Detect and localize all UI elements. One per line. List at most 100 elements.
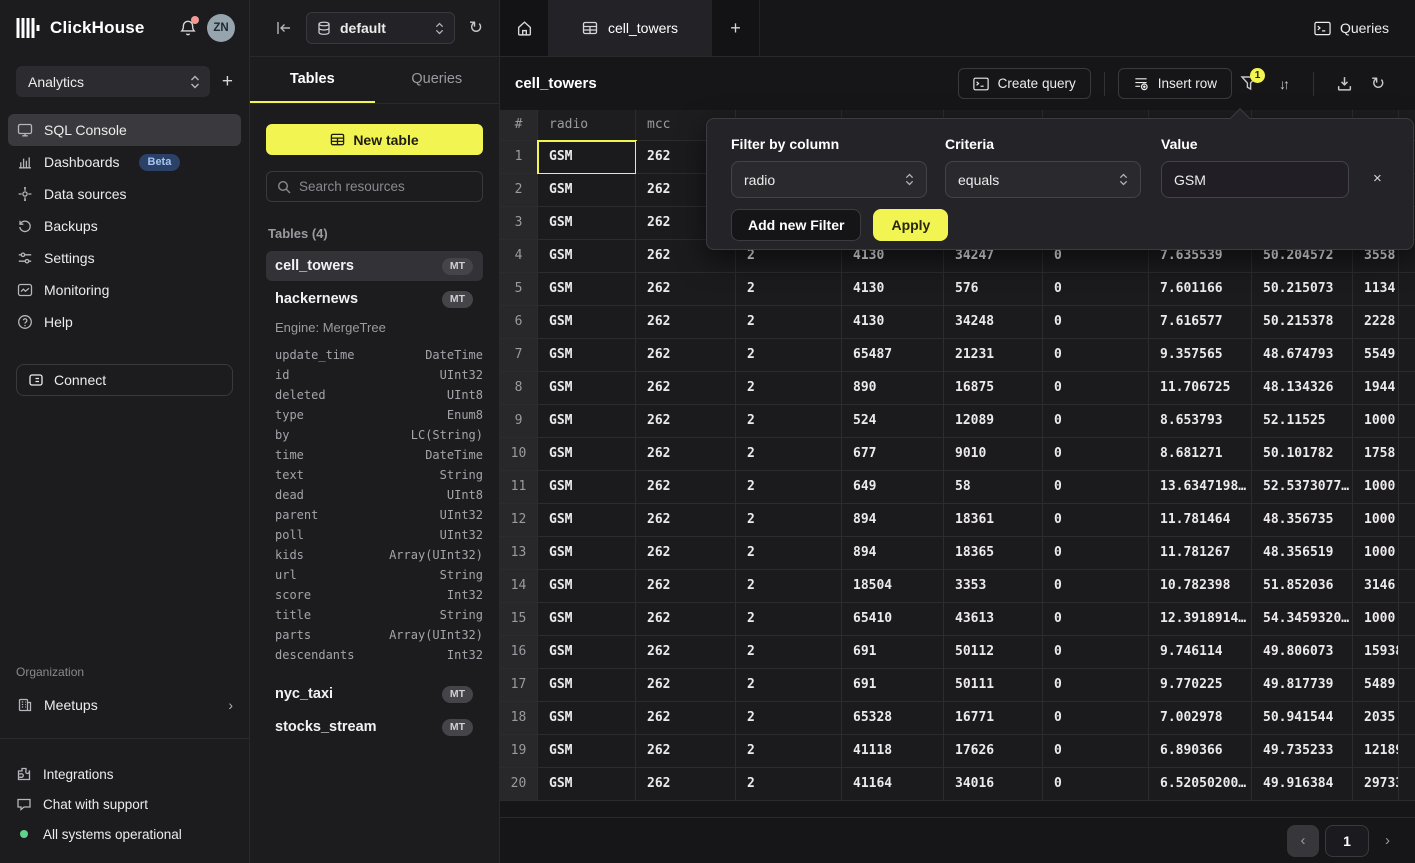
grid-cell[interactable]: 12.3918914… xyxy=(1149,603,1252,636)
grid-cell[interactable]: GSM xyxy=(538,504,636,537)
grid-cell[interactable]: 262 xyxy=(636,735,736,768)
grid-cell[interactable]: 1134 xyxy=(1353,273,1399,306)
filter-column-select[interactable]: radio xyxy=(731,161,927,198)
grid-cell[interactable]: 50.941544 xyxy=(1252,702,1353,735)
sidebar-item-dashboards[interactable]: DashboardsBeta xyxy=(8,146,241,178)
grid-cell[interactable]: 48.356735 xyxy=(1252,504,1353,537)
grid-cell[interactable]: 50.215378 xyxy=(1252,306,1353,339)
grid-cell[interactable]: 262 xyxy=(636,669,736,702)
grid-cell[interactable]: 50.215073 xyxy=(1252,273,1353,306)
grid-cell[interactable]: 0 xyxy=(1043,768,1149,801)
grid-cell[interactable]: 576 xyxy=(944,273,1043,306)
grid-cell[interactable]: 29733 xyxy=(1353,768,1399,801)
grid-cell[interactable]: 1944 xyxy=(1353,372,1399,405)
grid-cell[interactable]: GSM xyxy=(538,603,636,636)
grid-cell[interactable]: GSM xyxy=(538,735,636,768)
grid-cell[interactable]: 0 xyxy=(1043,636,1149,669)
grid-cell[interactable]: 15938 xyxy=(1353,636,1399,669)
grid-cell[interactable]: GSM xyxy=(538,372,636,405)
grid-cell[interactable]: 1000 xyxy=(1353,603,1399,636)
grid-cell[interactable]: 2 xyxy=(736,570,842,603)
grid-cell[interactable]: 16771 xyxy=(944,702,1043,735)
grid-cell[interactable]: 262 xyxy=(636,768,736,801)
grid-cell[interactable]: 262 xyxy=(636,504,736,537)
new-table-button[interactable]: New table xyxy=(266,124,483,155)
grid-cell[interactable]: GSM xyxy=(538,405,636,438)
grid-cell[interactable]: 0 xyxy=(1043,669,1149,702)
grid-cell[interactable]: 0 xyxy=(1043,306,1149,339)
insert-row-button[interactable]: Insert row xyxy=(1118,68,1232,99)
grid-cell[interactable]: 7.002978 xyxy=(1149,702,1252,735)
grid-cell[interactable]: 0 xyxy=(1043,405,1149,438)
grid-cell[interactable]: 50.101782 xyxy=(1252,438,1353,471)
grid-cell[interactable]: 41118 xyxy=(842,735,944,768)
filter-button[interactable]: 1 xyxy=(1236,75,1262,92)
home-tab[interactable] xyxy=(500,0,548,56)
grid-cell[interactable]: 2 xyxy=(736,471,842,504)
grid-cell[interactable]: 894 xyxy=(842,504,944,537)
grid-cell[interactable]: 49.916384 xyxy=(1252,768,1353,801)
grid-cell[interactable]: 34016 xyxy=(944,768,1043,801)
grid-cell[interactable]: 8.681271 xyxy=(1149,438,1252,471)
grid-cell[interactable]: 691 xyxy=(842,669,944,702)
grid-cell[interactable]: 2 xyxy=(736,603,842,636)
grid-cell[interactable]: GSM xyxy=(538,471,636,504)
grid-cell[interactable]: GSM xyxy=(538,636,636,669)
sort-button[interactable]: ↓↑ xyxy=(1270,76,1296,92)
grid-cell[interactable]: 54.3459320… xyxy=(1252,603,1353,636)
grid-cell[interactable]: 262 xyxy=(636,570,736,603)
grid-cell[interactable]: 0 xyxy=(1043,273,1149,306)
grid-cell[interactable]: 0 xyxy=(1043,537,1149,570)
next-page-button[interactable]: › xyxy=(1385,832,1390,849)
grid-cell[interactable]: 48.134326 xyxy=(1252,372,1353,405)
connect-button[interactable]: Connect xyxy=(16,364,233,396)
grid-cell[interactable]: 0 xyxy=(1043,339,1149,372)
grid-cell[interactable]: 18504 xyxy=(842,570,944,603)
grid-cell[interactable]: 262 xyxy=(636,405,736,438)
grid-cell[interactable]: 5549 xyxy=(1353,339,1399,372)
grid-cell[interactable]: 262 xyxy=(636,702,736,735)
grid-cell[interactable]: 18365 xyxy=(944,537,1043,570)
grid-cell[interactable]: 9.746114 xyxy=(1149,636,1252,669)
grid-cell[interactable]: 2 xyxy=(736,405,842,438)
grid-cell[interactable]: 2 xyxy=(736,339,842,372)
grid-cell[interactable]: 4130 xyxy=(842,306,944,339)
grid-cell[interactable]: 52.11525 xyxy=(1252,405,1353,438)
grid-cell[interactable]: 11.781464 xyxy=(1149,504,1252,537)
clickhouse-logo[interactable]: ClickHouse xyxy=(16,16,145,40)
add-workspace-button[interactable]: + xyxy=(222,72,233,91)
grid-cell[interactable]: 2 xyxy=(736,636,842,669)
grid-cell[interactable]: 12189 xyxy=(1353,735,1399,768)
grid-cell[interactable]: 649 xyxy=(842,471,944,504)
sidebar-item-meetups[interactable]: Meetups› xyxy=(8,689,241,721)
grid-cell[interactable]: GSM xyxy=(538,174,636,207)
grid-cell[interactable]: 8.653793 xyxy=(1149,405,1252,438)
refresh-tables-button[interactable]: ↻ xyxy=(469,18,483,38)
previous-page-button[interactable]: ‹ xyxy=(1287,825,1319,857)
grid-cell[interactable]: 3353 xyxy=(944,570,1043,603)
grid-cell[interactable]: 13.6347198… xyxy=(1149,471,1252,504)
grid-cell[interactable]: 3146 xyxy=(1353,570,1399,603)
grid-cell[interactable]: 2 xyxy=(736,537,842,570)
grid-cell[interactable]: 1000 xyxy=(1353,405,1399,438)
footer-item-integrations[interactable]: Integrations xyxy=(0,759,249,789)
grid-cell[interactable]: 5489 xyxy=(1353,669,1399,702)
table-item-stocks-stream[interactable]: stocks_streamMT xyxy=(266,712,483,742)
grid-cell[interactable]: GSM xyxy=(538,339,636,372)
grid-cell[interactable]: 50111 xyxy=(944,669,1043,702)
grid-cell[interactable]: 9.770225 xyxy=(1149,669,1252,702)
grid-cell[interactable]: 262 xyxy=(636,636,736,669)
grid-cell[interactable]: GSM xyxy=(538,141,636,174)
filter-criteria-select[interactable]: equals xyxy=(945,161,1141,198)
grid-cell[interactable]: 1758 xyxy=(1353,438,1399,471)
grid-cell[interactable]: 43613 xyxy=(944,603,1043,636)
grid-cell[interactable]: 262 xyxy=(636,438,736,471)
grid-cell[interactable]: 12089 xyxy=(944,405,1043,438)
grid-cell[interactable]: 262 xyxy=(636,339,736,372)
grid-cell[interactable]: 7.616577 xyxy=(1149,306,1252,339)
grid-cell[interactable]: 890 xyxy=(842,372,944,405)
grid-cell[interactable]: 2035 xyxy=(1353,702,1399,735)
collapse-panel-button[interactable] xyxy=(276,21,292,35)
grid-cell[interactable]: 1000 xyxy=(1353,504,1399,537)
grid-cell[interactable]: 4130 xyxy=(842,273,944,306)
